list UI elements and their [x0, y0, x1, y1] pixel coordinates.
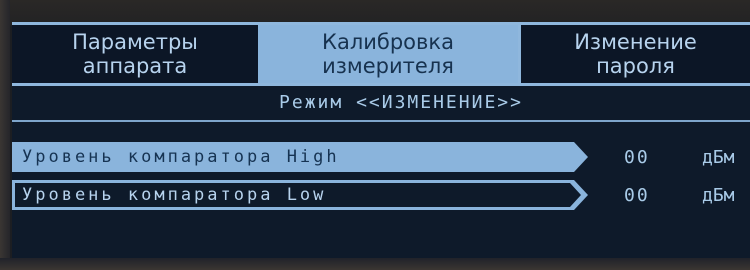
monitor-frame: Параметры аппарата Калибровка измерителя… [0, 0, 750, 270]
tab-device-parameters[interactable]: Параметры аппарата [12, 25, 258, 83]
param-row-low[interactable]: Уровень компаратора Low 00 дБм [12, 180, 750, 210]
tab-label-line1: Калибровка [322, 30, 454, 54]
tab-bar: Параметры аппарата Калибровка измерителя… [12, 22, 750, 86]
param-row-high[interactable]: Уровень компаратора High 00 дБм [12, 142, 750, 172]
mode-indicator: Режим <<ИЗМЕНЕНИЕ>> [279, 92, 523, 113]
param-unit-low: дБм [702, 184, 735, 206]
divider [12, 120, 750, 122]
param-value-low[interactable]: 00 [624, 180, 650, 210]
tab-label-line2: пароля [596, 54, 675, 78]
param-unit-high: дБм [702, 146, 735, 168]
param-label-low[interactable]: Уровень компаратора Low [12, 180, 588, 210]
param-value-high[interactable]: 00 [624, 142, 650, 172]
param-label-high[interactable]: Уровень компаратора High [12, 142, 588, 172]
bezel-bottom [0, 258, 750, 270]
bezel-left [0, 0, 10, 270]
tab-change-password[interactable]: Изменение пароля [518, 25, 750, 83]
tab-label-line2: измерителя [322, 54, 454, 78]
display-screen: Параметры аппарата Калибровка измерителя… [12, 22, 750, 260]
tab-label-line2: аппарата [82, 54, 188, 78]
tab-label-line1: Параметры [72, 30, 198, 54]
tab-label-line1: Изменение [574, 30, 697, 54]
tab-meter-calibration[interactable]: Калибровка измерителя [258, 25, 518, 83]
